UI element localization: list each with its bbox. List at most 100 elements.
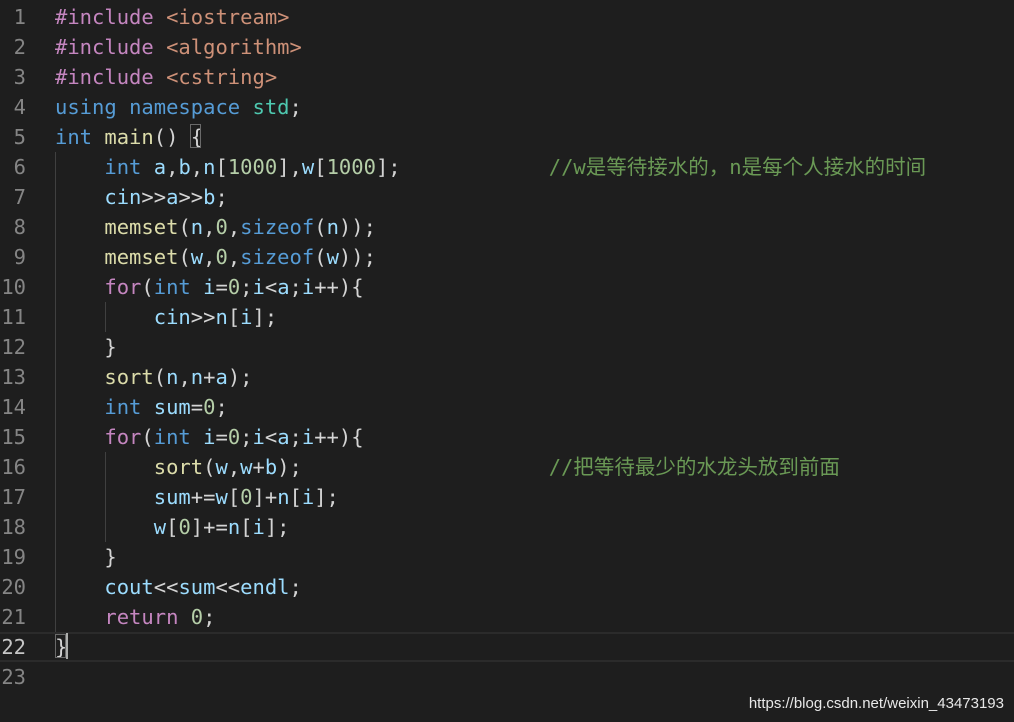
code-token: i xyxy=(301,485,315,509)
code-token: [ xyxy=(314,155,327,179)
code-token: , xyxy=(166,155,179,179)
code-token: += xyxy=(190,485,216,509)
code-line[interactable]: 20 cout<<sum<<endl; xyxy=(0,572,1014,602)
code-line[interactable]: 11 cin>>n[i]; xyxy=(0,302,1014,332)
code-token: , xyxy=(227,245,241,269)
code-token: b xyxy=(264,455,278,479)
code-line[interactable]: 23 xyxy=(0,662,1014,692)
code-line[interactable]: 14 int sum=0; xyxy=(0,392,1014,422)
code-token: return xyxy=(104,605,191,629)
code-token: ( xyxy=(141,425,154,449)
code-line[interactable]: 2 #include <algorithm> xyxy=(0,32,1014,62)
code-token: [ xyxy=(215,155,228,179)
code-line[interactable]: 7 cin>>a>>b; xyxy=(0,182,1014,212)
code-token: ; xyxy=(215,395,228,419)
bracket-match-open xyxy=(190,124,201,148)
code-line[interactable]: 15 for(int i=0;i<a;i++){ xyxy=(0,422,1014,452)
code-text: #include <cstring> xyxy=(55,62,277,92)
code-text: sum+=w[0]+n[i]; xyxy=(55,482,339,512)
code-token: memset xyxy=(104,215,179,239)
code-line[interactable]: 9 memset(w,0,sizeof(w)); xyxy=(0,242,1014,272)
code-token: << xyxy=(153,575,179,599)
code-token: 0 xyxy=(240,485,253,509)
code-token: i xyxy=(240,305,253,329)
code-comment: //把等待最少的水龙头放到前面 xyxy=(548,455,840,479)
code-token: 1000 xyxy=(326,155,376,179)
code-token: , xyxy=(203,215,216,239)
code-token: sum xyxy=(153,485,191,509)
code-token: 0 xyxy=(215,245,228,269)
code-token: << xyxy=(215,575,241,599)
code-token: a xyxy=(153,155,167,179)
code-token: ; xyxy=(240,425,253,449)
code-token: = xyxy=(190,395,204,419)
code-text: cin>>a>>b; xyxy=(55,182,227,212)
line-number: 8 xyxy=(13,215,26,239)
line-number: 15 xyxy=(1,425,26,449)
code-line[interactable]: 1 #include <iostream> xyxy=(0,2,1014,32)
code-token: ]; xyxy=(264,515,290,539)
code-line[interactable]: 18 w[0]+=n[i]; xyxy=(0,512,1014,542)
code-token: ( xyxy=(178,245,191,269)
code-token: } xyxy=(55,545,117,569)
code-token: i xyxy=(301,425,315,449)
code-token: + xyxy=(252,455,265,479)
code-token: = xyxy=(215,275,228,299)
indent-guide xyxy=(105,452,106,542)
code-line[interactable]: 4 using namespace std; xyxy=(0,92,1014,122)
code-token: <algorithm> xyxy=(166,35,302,59)
code-token: } xyxy=(55,335,117,359)
code-line[interactable]: 5 int main() { xyxy=(0,122,1014,152)
code-token: [ xyxy=(227,305,241,329)
code-token: int xyxy=(153,275,204,299)
code-token: a xyxy=(277,425,290,449)
line-number: 14 xyxy=(1,395,26,419)
code-token: a xyxy=(277,275,290,299)
code-token: ; xyxy=(289,425,302,449)
code-token: cin xyxy=(104,185,142,209)
indent-guide xyxy=(55,152,56,632)
code-editor[interactable]: 1 #include <iostream> 2 #include <algorithm… xyxy=(0,0,1014,722)
code-line[interactable]: 6 int a,b,n[1000],w[1000]; //w是等待接水的，n是每… xyxy=(0,152,1014,182)
line-number: 12 xyxy=(1,335,26,359)
code-token: #include xyxy=(55,5,167,29)
code-line[interactable]: 22} xyxy=(0,632,1014,662)
code-token: ++){ xyxy=(314,425,364,449)
code-token: 0 xyxy=(227,425,241,449)
code-line[interactable]: 10 for(int i=0;i<a;i++){ xyxy=(0,272,1014,302)
code-line[interactable]: 19 } xyxy=(0,542,1014,572)
code-token: , xyxy=(227,455,241,479)
code-token: , xyxy=(203,245,216,269)
code-line[interactable]: 16 sort(w,w+b); //把等待最少的水龙头放到前面 xyxy=(0,452,1014,482)
code-line[interactable]: 17 sum+=w[0]+n[i]; xyxy=(0,482,1014,512)
code-token: 1000 xyxy=(227,155,278,179)
code-line[interactable]: 3 #include <cstring> xyxy=(0,62,1014,92)
code-line[interactable]: 8 memset(n,0,sizeof(n)); xyxy=(0,212,1014,242)
code-token: ( xyxy=(141,275,154,299)
code-token: namespace xyxy=(129,95,253,119)
code-token: i xyxy=(252,515,265,539)
code-token: sort xyxy=(104,365,154,389)
code-token: cout xyxy=(104,575,154,599)
bracket-match-close xyxy=(55,634,66,658)
code-line[interactable]: 12 } xyxy=(0,332,1014,362)
code-token: sum xyxy=(178,575,216,599)
code-line[interactable]: 13 sort(n,n+a); xyxy=(0,362,1014,392)
code-token: [ xyxy=(227,485,241,509)
code-token: w xyxy=(326,245,339,269)
code-line[interactable]: 21 return 0; xyxy=(0,602,1014,632)
code-token: sum xyxy=(153,395,191,419)
code-text: memset(n,0,sizeof(n)); xyxy=(55,212,376,242)
code-token: ]; xyxy=(314,485,339,509)
line-number: 7 xyxy=(13,185,26,209)
code-token: [ xyxy=(240,515,253,539)
code-token: n xyxy=(190,365,204,389)
line-number: 6 xyxy=(13,155,26,179)
code-token: ; xyxy=(289,95,302,119)
